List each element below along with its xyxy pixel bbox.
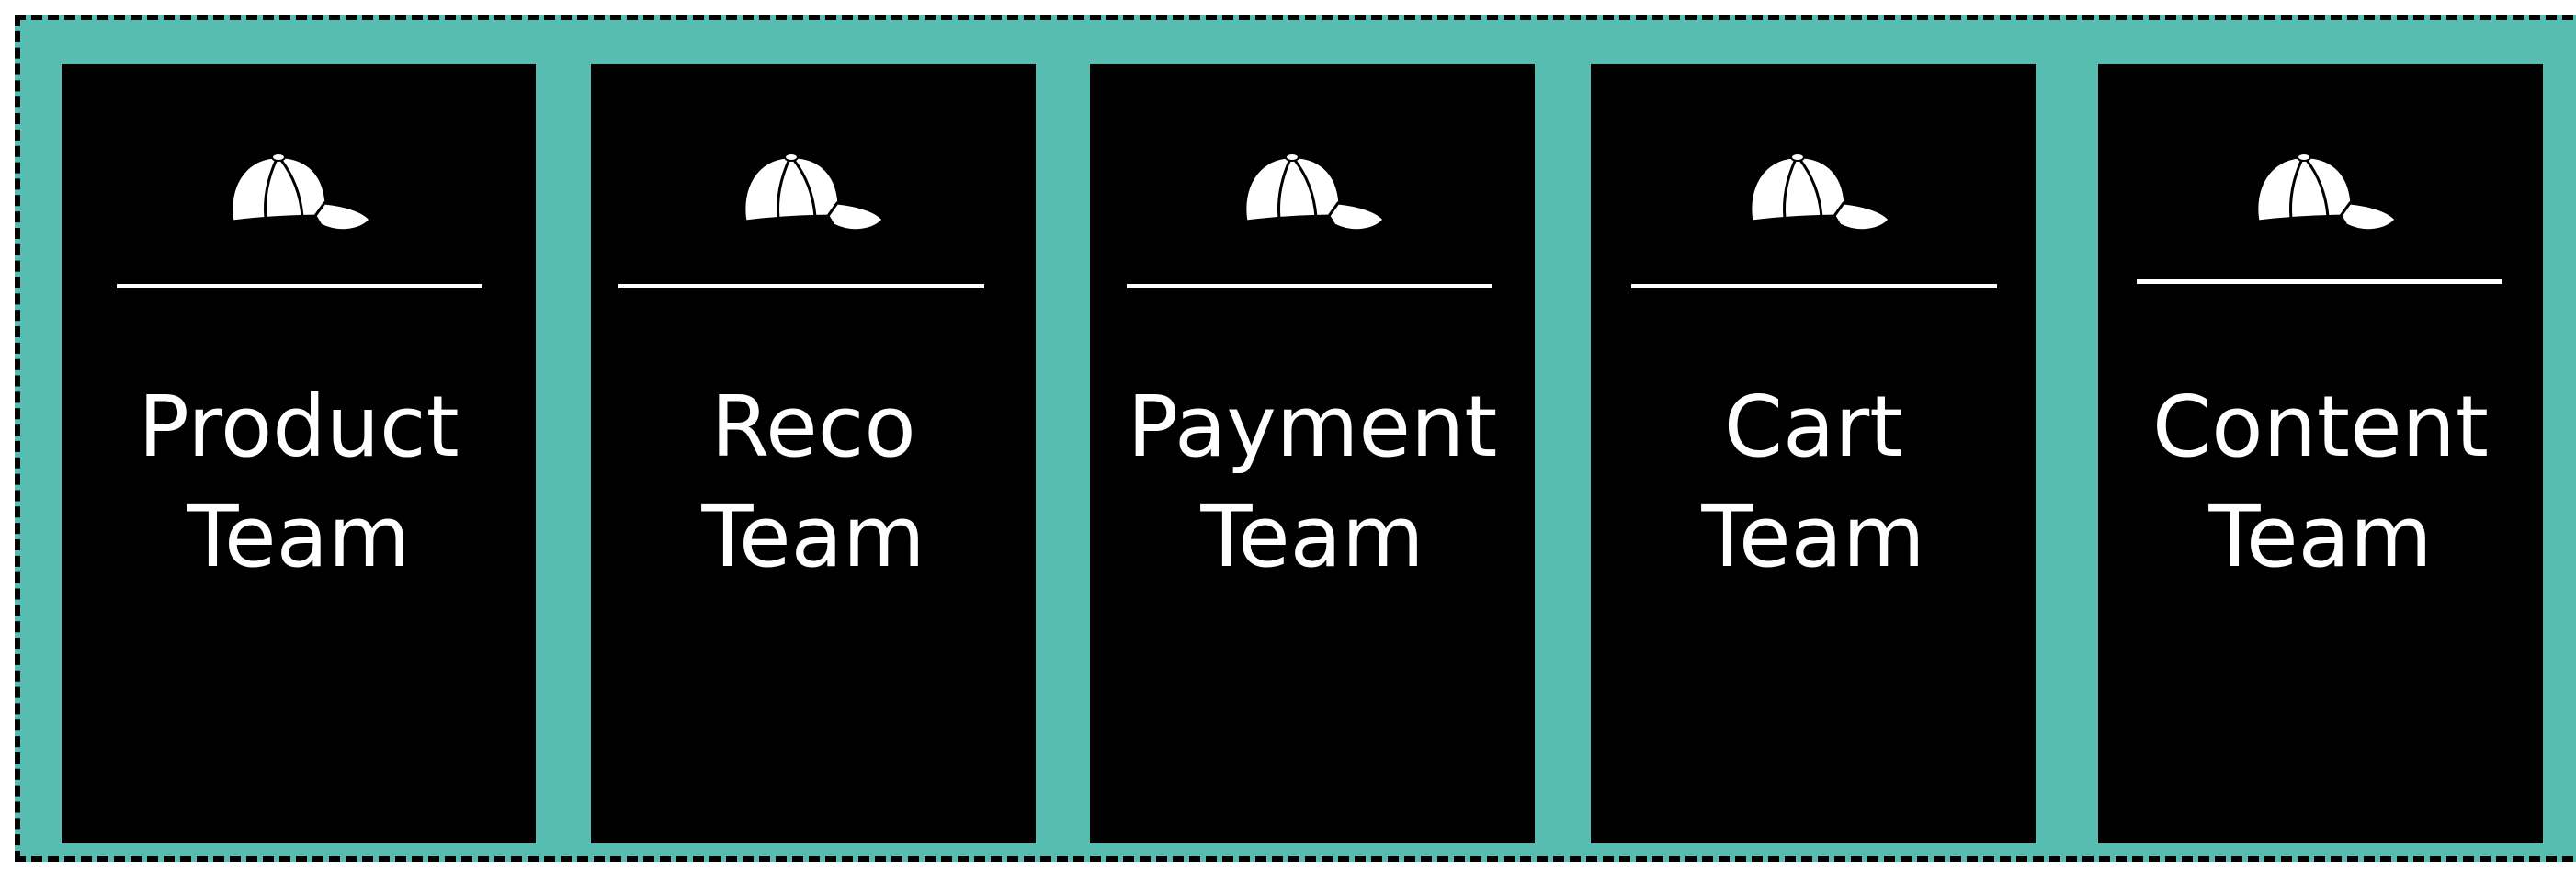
team-card-cart: Cart Team [1591,64,2036,843]
team-label: Product Team [62,372,536,593]
card-divider [1631,284,1997,288]
team-label-line2: Team [1701,488,1925,586]
card-divider [117,284,482,288]
baseball-cap-icon [1749,153,1891,232]
card-divider [618,284,984,288]
team-card-content: Content Team [2098,64,2543,843]
team-label-line2: Team [2208,488,2433,586]
baseball-cap-icon [743,153,885,232]
team-card-reco: Reco Team [591,64,1036,843]
team-label-line2: Team [701,488,925,586]
team-label-line2: Team [187,488,411,586]
team-label: Reco Team [591,372,1036,593]
teams-group-container: Product Team Reco Team Payment Team Cart… [15,15,2576,862]
diagram-canvas: Product Team Reco Team Payment Team Cart… [0,0,2576,871]
baseball-cap-icon [230,153,372,232]
team-card-payment: Payment Team [1090,64,1535,843]
team-label-line1: Reco [710,378,916,476]
baseball-cap-icon [1243,153,1386,232]
team-label-line1: Content [2152,378,2489,476]
team-label-line2: Team [1200,488,1424,586]
baseball-cap-icon [2255,153,2398,232]
team-label: Cart Team [1591,372,2036,593]
team-label: Content Team [2098,372,2543,593]
card-divider [1127,284,1492,288]
team-label-line1: Payment [1127,378,1498,476]
team-label: Payment Team [1090,372,1535,593]
team-label-line1: Product [138,378,460,476]
team-label-line1: Cart [1723,378,1903,476]
card-divider [2137,279,2502,284]
team-card-product: Product Team [62,64,536,843]
